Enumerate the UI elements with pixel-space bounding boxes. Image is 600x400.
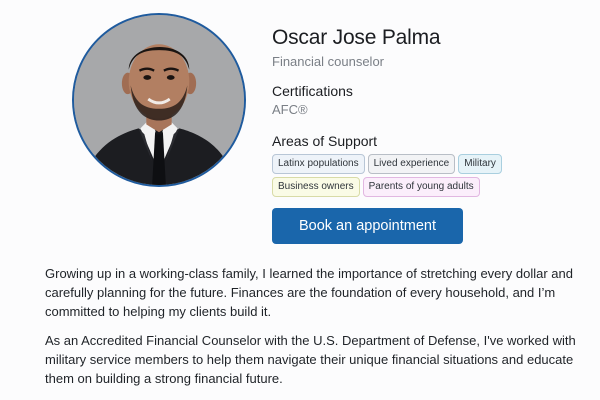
support-tags: Latinx populations Lived experience Mili… xyxy=(272,154,512,197)
bio-paragraph: Growing up in a working-class family, I … xyxy=(45,266,573,319)
areas-of-support-heading: Areas of Support xyxy=(272,133,378,149)
bio-section: Growing up in a working-class family, I … xyxy=(45,264,585,388)
profile-role: Financial counselor xyxy=(272,54,385,69)
tag-parents-of-young-adults: Parents of young adults xyxy=(362,177,480,197)
bio-paragraph: As an Accredited Financial Counselor wit… xyxy=(45,333,576,386)
book-appointment-button[interactable]: Book an appointment xyxy=(272,208,463,244)
tag-latinx-populations: Latinx populations xyxy=(272,154,365,174)
certification-value: AFC® xyxy=(272,102,308,117)
profile-info: Oscar Jose Palma Financial counselor Cer… xyxy=(272,24,592,197)
tag-lived-experience: Lived experience xyxy=(367,154,456,174)
profile-name: Oscar Jose Palma xyxy=(272,26,441,49)
certifications-heading: Certifications xyxy=(272,83,353,99)
tag-military: Military xyxy=(458,154,502,174)
person-portrait-icon xyxy=(74,15,244,185)
profile-photo xyxy=(72,13,246,187)
tag-business-owners: Business owners xyxy=(272,177,360,197)
